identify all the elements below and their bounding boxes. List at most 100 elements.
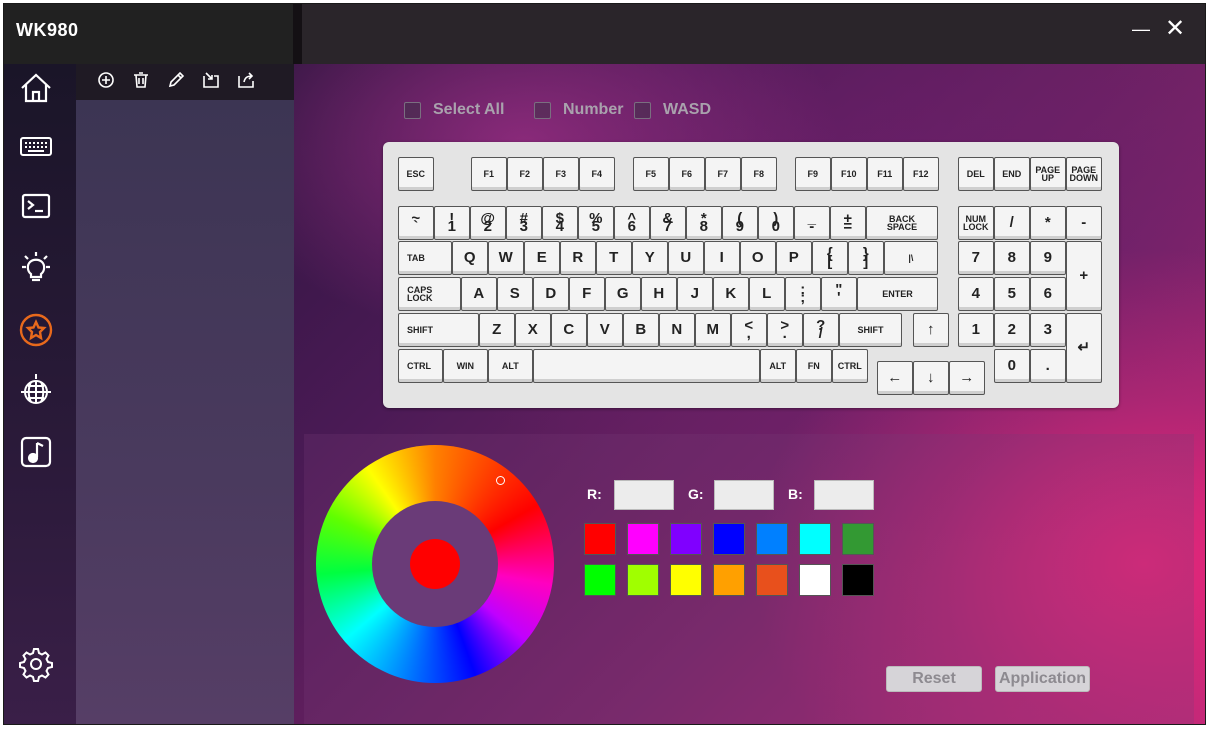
key[interactable]: U [668, 241, 704, 275]
music-icon[interactable] [18, 434, 54, 470]
key[interactable]: 7 [958, 241, 994, 275]
key[interactable]: 9 [1030, 241, 1066, 275]
key[interactable]: # 3 [506, 206, 542, 240]
color-swatch[interactable] [584, 523, 616, 555]
color-wheel-handle[interactable] [496, 476, 505, 485]
color-swatch[interactable] [713, 523, 745, 555]
key[interactable]: < , [731, 313, 767, 347]
key[interactable]: F5 [633, 157, 669, 191]
color-swatch[interactable] [842, 523, 874, 555]
r-input[interactable] [614, 480, 674, 510]
g-input[interactable] [714, 480, 774, 510]
key[interactable]: SHIFT [398, 313, 480, 347]
key[interactable]: S [497, 277, 533, 311]
key[interactable]: / [994, 206, 1030, 240]
color-swatch[interactable] [584, 564, 616, 596]
key[interactable]: 1 [958, 313, 994, 347]
key[interactable]: F10 [831, 157, 867, 191]
wasd-box[interactable] [634, 101, 651, 119]
key[interactable]: 2 [994, 313, 1030, 347]
key[interactable]: F6 [669, 157, 705, 191]
key[interactable]: PAGE UP [1030, 157, 1066, 191]
settings-icon[interactable] [18, 646, 54, 682]
key[interactable]: N [659, 313, 695, 347]
key[interactable]: ? / [803, 313, 839, 347]
key[interactable]: X [515, 313, 551, 347]
key[interactable]: @ 2 [470, 206, 506, 240]
key[interactable]: + = [830, 206, 866, 240]
color-swatch[interactable] [842, 564, 874, 596]
key[interactable]: 5 [994, 277, 1030, 311]
key[interactable]: Y [632, 241, 668, 275]
key[interactable]: F8 [741, 157, 777, 191]
key[interactable]: CTRL [832, 349, 868, 383]
delete-icon[interactable] [131, 70, 151, 90]
key[interactable]: END [994, 157, 1030, 191]
profile-star-icon[interactable] [18, 312, 54, 348]
key[interactable]: > . [767, 313, 803, 347]
key[interactable]: B [623, 313, 659, 347]
key[interactable] [533, 349, 761, 383]
key[interactable]: DEL [958, 157, 994, 191]
color-swatch[interactable] [627, 564, 659, 596]
key[interactable]: O [740, 241, 776, 275]
key[interactable]: W [488, 241, 524, 275]
key[interactable]: $ 4 [542, 206, 578, 240]
select-all-checkbox[interactable]: Select All [404, 100, 504, 120]
b-input[interactable] [814, 480, 874, 510]
key[interactable]: ^ 6 [614, 206, 650, 240]
color-swatch[interactable] [670, 564, 702, 596]
color-wheel[interactable] [316, 445, 554, 683]
key[interactable]: F11 [867, 157, 903, 191]
key[interactable]: R [560, 241, 596, 275]
key[interactable]: 0 [994, 349, 1030, 383]
key[interactable]: CAPS LOCK [398, 277, 461, 311]
key[interactable]: F12 [903, 157, 939, 191]
key[interactable]: F1 [471, 157, 507, 191]
key[interactable]: } ] [848, 241, 884, 275]
key[interactable]: F7 [705, 157, 741, 191]
key[interactable]: WIN [443, 349, 488, 383]
color-swatch[interactable] [627, 523, 659, 555]
key[interactable]: & 7 [650, 206, 686, 240]
key[interactable]: SHIFT [839, 313, 902, 347]
keyboard-icon[interactable] [18, 128, 54, 164]
key[interactable]: → [949, 361, 985, 395]
key[interactable]: FN [796, 349, 832, 383]
key[interactable]: _ - [794, 206, 830, 240]
key[interactable]: ALT [760, 349, 796, 383]
reset-button[interactable]: Reset [886, 666, 982, 692]
key[interactable]: F2 [507, 157, 543, 191]
key[interactable]: L [749, 277, 785, 311]
key[interactable]: P [776, 241, 812, 275]
color-swatch[interactable] [756, 523, 788, 555]
minimize-button[interactable]: — [1126, 14, 1156, 44]
profile-list[interactable] [76, 100, 294, 724]
color-swatch[interactable] [799, 523, 831, 555]
application-button[interactable]: Application [995, 666, 1090, 692]
key[interactable]: BACK SPACE [866, 206, 938, 240]
key[interactable]: - [1066, 206, 1102, 240]
key[interactable]: NUM LOCK [958, 206, 994, 240]
key[interactable]: Q [452, 241, 488, 275]
lighting-icon[interactable] [18, 250, 54, 286]
macro-icon[interactable] [18, 188, 54, 224]
key[interactable]: D [533, 277, 569, 311]
key[interactable]: + [1066, 241, 1102, 311]
key[interactable]: ~ ` [398, 206, 434, 240]
export-icon[interactable] [236, 70, 256, 90]
number-box[interactable] [534, 101, 551, 119]
key[interactable]: PAGE DOWN [1066, 157, 1102, 191]
key[interactable]: F9 [795, 157, 831, 191]
key[interactable]: ESC [398, 157, 434, 191]
key[interactable]: F3 [543, 157, 579, 191]
key[interactable]: M [695, 313, 731, 347]
key[interactable]: E [524, 241, 560, 275]
key[interactable]: Z [479, 313, 515, 347]
key[interactable]: 6 [1030, 277, 1066, 311]
key[interactable]: K [713, 277, 749, 311]
key[interactable]: ← [877, 361, 913, 395]
key[interactable]: TAB [398, 241, 452, 275]
number-checkbox[interactable]: Number [534, 100, 623, 120]
key[interactable]: J [677, 277, 713, 311]
